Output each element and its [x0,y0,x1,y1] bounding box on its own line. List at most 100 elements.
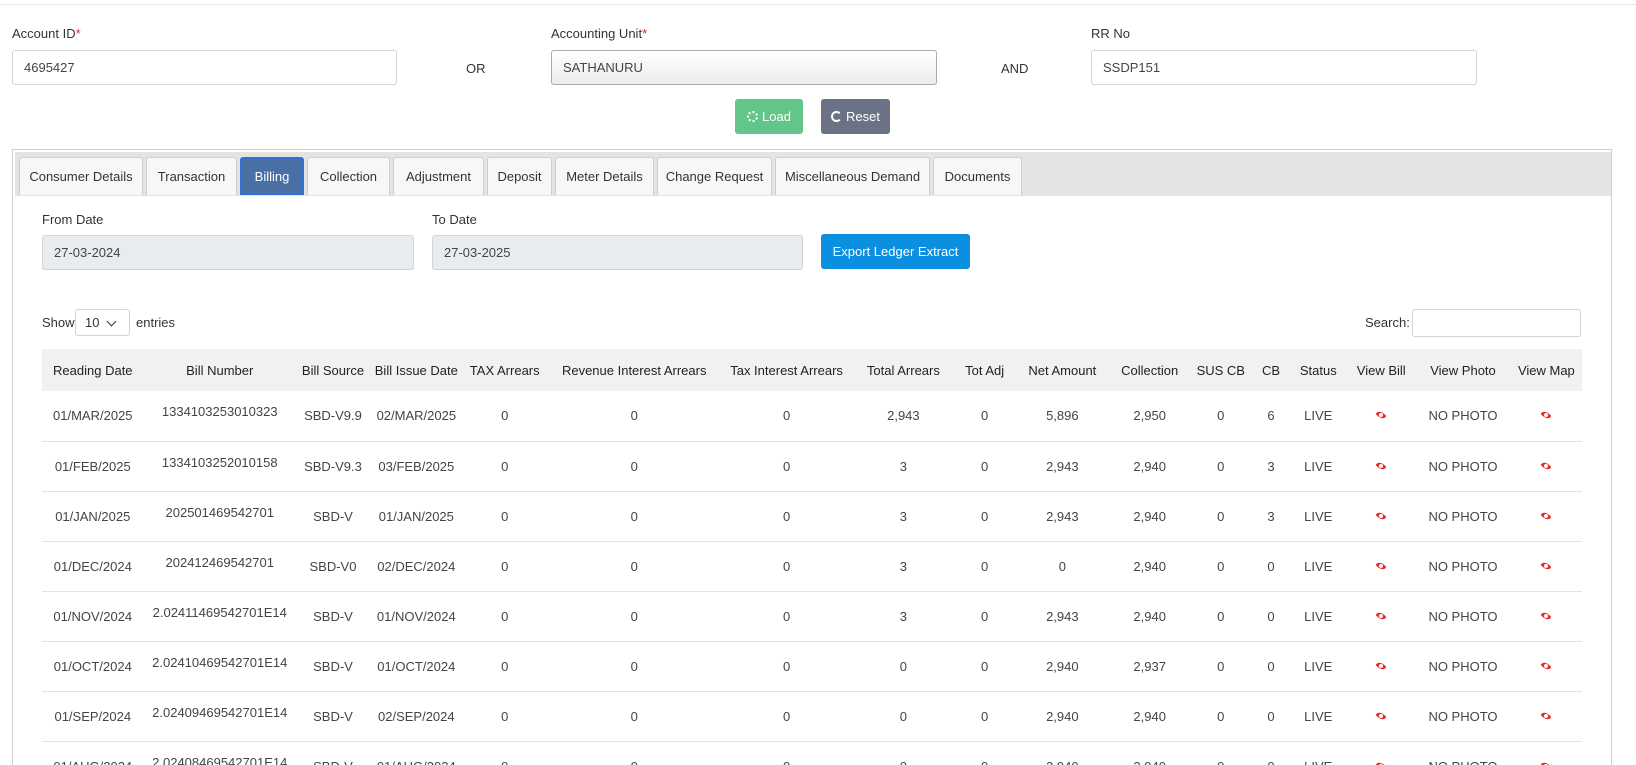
col-collection[interactable]: Collection [1110,349,1189,391]
col-tax-interest-arrears[interactable]: Tax Interest Arrears [721,349,852,391]
search-input[interactable] [1412,309,1581,337]
collection-cell: 2,940 [1110,491,1189,542]
tab-collection[interactable]: Collection [307,157,390,195]
bill-issue-date-cell: 01/JAN/2025 [370,491,463,542]
view-bill-cell[interactable] [1347,391,1416,442]
view-map-cell[interactable] [1510,391,1582,442]
col-view-bill[interactable]: View Bill [1347,349,1416,391]
col-sus-cb[interactable]: SUS CB [1188,349,1253,391]
view-photo-cell: NO PHOTO [1415,691,1511,742]
revenue-interest-arrears-cell: 0 [546,741,722,765]
view-photo-cell: NO PHOTO [1415,641,1511,692]
tab-documents[interactable]: Documents [933,157,1022,195]
eye-icon[interactable] [1375,512,1387,521]
view-map-cell[interactable] [1510,591,1582,642]
view-map-cell[interactable] [1510,641,1582,692]
load-button[interactable]: Load [735,99,803,134]
top-divider [0,4,1636,5]
eye-icon[interactable] [1375,662,1387,671]
tab-meter-details[interactable]: Meter Details [555,157,654,195]
to-date-input[interactable]: 27-03-2025 [432,235,803,270]
rr-no-input[interactable]: SSDP151 [1091,50,1477,85]
chevron-down-icon [106,316,117,327]
view-bill-cell[interactable] [1347,491,1416,542]
eye-icon[interactable] [1375,762,1387,765]
eye-icon[interactable] [1375,462,1387,471]
eye-icon[interactable] [1540,762,1552,765]
search-label: Search: [1365,315,1410,330]
view-map-cell[interactable] [1510,691,1582,742]
tab-transaction[interactable]: Transaction [146,157,237,195]
col-status[interactable]: Status [1289,349,1348,391]
eye-icon[interactable] [1540,462,1552,471]
col-cb[interactable]: CB [1252,349,1290,391]
col-net-amount[interactable]: Net Amount [1014,349,1111,391]
eye-icon[interactable] [1375,562,1387,571]
to-date-label: To Date [432,212,477,227]
reset-button[interactable]: Reset [821,99,890,134]
sus-cb-cell: 0 [1188,641,1253,692]
eye-icon[interactable] [1540,662,1552,671]
col-reading-date[interactable]: Reading Date [42,349,144,391]
table-header-row: Reading Date Bill Number Bill Source Bil… [42,349,1582,391]
view-bill-cell[interactable] [1347,591,1416,642]
view-bill-cell[interactable] [1347,541,1416,592]
bill-number-cell: 202501469542701 [143,491,296,542]
col-view-map[interactable]: View Map [1510,349,1582,391]
tot-adj-cell: 0 [955,441,1015,492]
tab-deposit[interactable]: Deposit [487,157,552,195]
view-map-cell[interactable] [1510,491,1582,542]
view-bill-cell[interactable] [1347,741,1416,765]
bill-source-cell: SBD-V9.3 [295,441,371,492]
eye-icon[interactable] [1375,612,1387,621]
eye-icon[interactable] [1540,612,1552,621]
bill-source-cell: SBD-V [295,641,371,692]
entries-select[interactable]: 10 [75,309,130,336]
eye-icon[interactable] [1540,411,1552,420]
tab-consumer-details[interactable]: Consumer Details [19,157,143,195]
view-bill-cell[interactable] [1347,691,1416,742]
view-bill-cell[interactable] [1347,441,1416,492]
total-arrears-cell: 3 [851,591,956,642]
cb-cell: 3 [1252,441,1290,492]
eye-icon[interactable] [1375,712,1387,721]
reading-date-cell: 01/MAR/2025 [42,391,144,442]
total-arrears-cell: 0 [851,641,956,692]
tab-billing[interactable]: Billing [240,157,304,195]
bill-number-cell: 2.02411469542701E14 [143,591,296,642]
from-date-input[interactable]: 27-03-2024 [42,235,414,270]
bill-number-cell: 2.02408469542701E14 [143,741,296,765]
table-row: 01/FEB/2025 1334103252010158 SBD-V9.3 03/FE… [42,441,1582,492]
view-map-cell[interactable] [1510,441,1582,492]
bill-source-cell: SBD-V0 [295,541,371,592]
tax-interest-arrears-cell: 0 [721,641,852,692]
status-cell: LIVE [1289,591,1348,642]
view-map-cell[interactable] [1510,741,1582,765]
col-tot-adj[interactable]: Tot Adj [955,349,1015,391]
eye-icon[interactable] [1540,562,1552,571]
eye-icon[interactable] [1375,411,1387,420]
view-map-cell[interactable] [1510,541,1582,592]
collection-cell: 2,940 [1110,591,1189,642]
net-amount-cell: 0 [1014,541,1111,592]
col-tax-arrears[interactable]: TAX Arrears [462,349,547,391]
account-id-label: Account ID* [12,26,81,41]
revenue-interest-arrears-cell: 0 [546,591,722,642]
eye-icon[interactable] [1540,712,1552,721]
eye-icon[interactable] [1540,512,1552,521]
account-id-input[interactable]: 4695427 [12,50,397,85]
tab-change-request[interactable]: Change Request [657,157,772,195]
col-revenue-interest-arrears[interactable]: Revenue Interest Arrears [546,349,722,391]
col-bill-issue-date[interactable]: Bill Issue Date [370,349,463,391]
tab-miscellaneous-demand[interactable]: Miscellaneous Demand [775,157,930,195]
col-bill-number[interactable]: Bill Number [143,349,296,391]
col-view-photo[interactable]: View Photo [1415,349,1511,391]
export-ledger-button[interactable]: Export Ledger Extract [821,234,970,269]
col-total-arrears[interactable]: Total Arrears [851,349,956,391]
status-cell: LIVE [1289,391,1348,442]
accounting-unit-select[interactable]: SATHANURU [551,50,937,85]
tax-arrears-cell: 0 [462,691,547,742]
tab-adjustment[interactable]: Adjustment [393,157,484,195]
col-bill-source[interactable]: Bill Source [295,349,371,391]
view-bill-cell[interactable] [1347,641,1416,692]
